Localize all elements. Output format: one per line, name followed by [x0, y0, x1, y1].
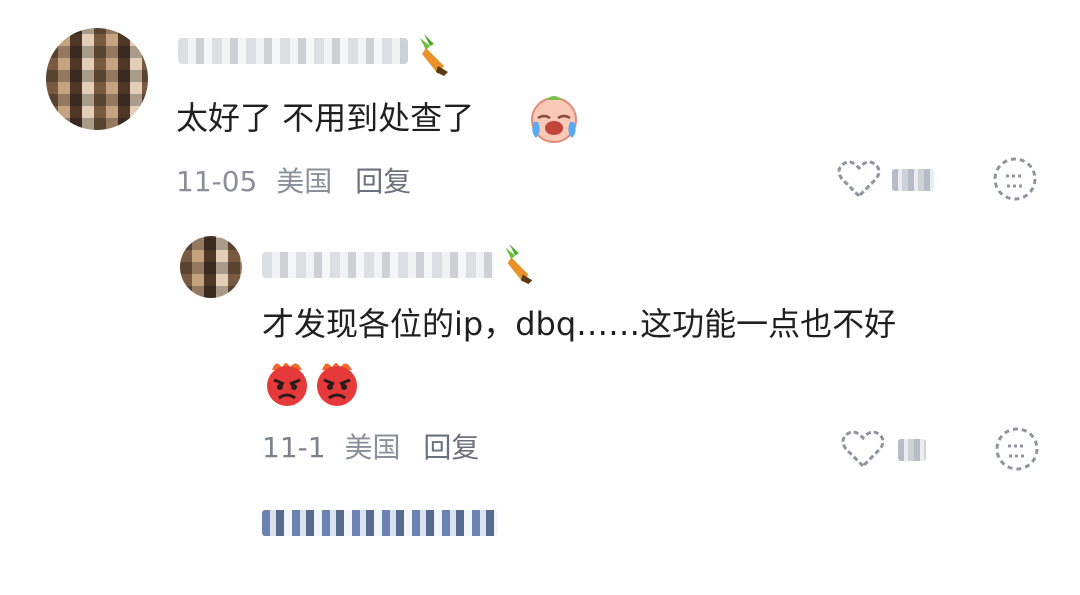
username-blurred[interactable] [178, 38, 408, 64]
dislike-face-icon[interactable] [992, 424, 1042, 474]
angry-face-emoji [262, 356, 312, 408]
reply-button[interactable]: 回复 [355, 165, 411, 198]
crying-face-emoji [528, 92, 580, 144]
comment-meta: 11-05 美国 回复 [176, 160, 411, 200]
reply-reply-button[interactable]: 回复 [423, 431, 479, 464]
comment-date: 11-05 [176, 165, 258, 198]
reply-meta: 11-1 美国 回复 [262, 426, 479, 466]
dislike-face-icon[interactable] [990, 154, 1040, 204]
carrot-badge-icon [498, 242, 538, 286]
comment-text-content: 太好了 不用到处查了 [176, 99, 475, 137]
expand-replies-link[interactable] [262, 510, 498, 536]
reply-like-count [898, 432, 926, 465]
reply-username-blurred[interactable] [262, 252, 494, 278]
reply-text-line1: 才发现各位的ip，dbq……这功能一点也不好 [262, 305, 897, 343]
carrot-badge-icon [412, 32, 454, 78]
like-count [892, 164, 934, 194]
heart-icon[interactable] [840, 428, 886, 470]
reply-avatar[interactable] [180, 236, 242, 298]
reply-text: 才发现各位的ip，dbq……这功能一点也不好 [262, 302, 896, 346]
avatar[interactable] [46, 28, 148, 130]
comment-text: 太好了 不用到处查了 [176, 96, 474, 140]
angry-face-emoji [312, 356, 362, 408]
reply-location: 美国 [344, 431, 401, 464]
heart-icon[interactable] [836, 158, 882, 200]
comment-location: 美国 [276, 165, 333, 198]
reply-date: 11-1 [262, 431, 326, 464]
